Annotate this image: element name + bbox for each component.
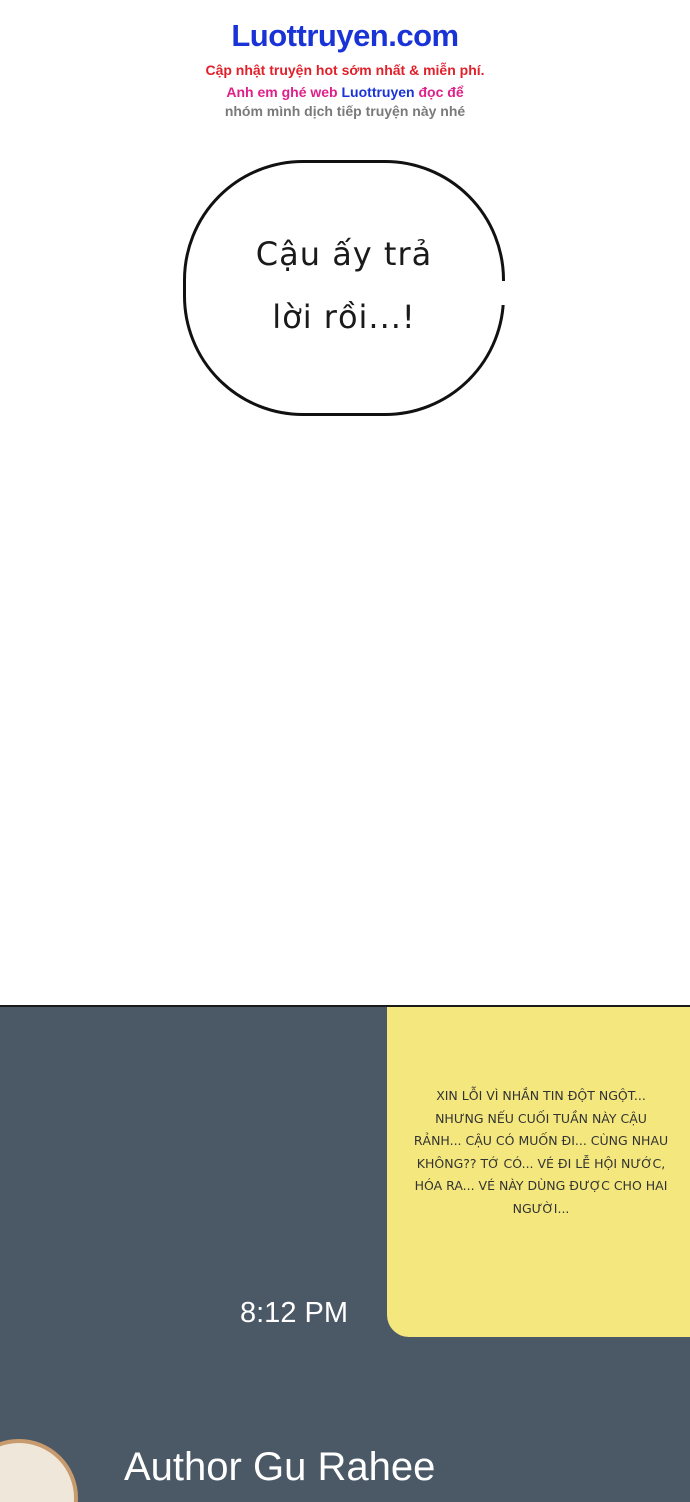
author-credit: Author Gu Rahee: [124, 1445, 436, 1489]
promo-line-2: Anh em ghé web Luottruyen đọc để: [0, 84, 690, 100]
author-avatar: [0, 1439, 78, 1502]
phone-chat-panel: Xin lỗi vì nhắn tin đột ngột... nhưng nế…: [0, 1005, 690, 1502]
message-text: Xin lỗi vì nhắn tin đột ngột... nhưng nế…: [413, 1088, 669, 1216]
promo-line-3: nhóm mình dịch tiếp truyện này nhé: [224, 103, 466, 119]
promo-line-1: Cập nhật truyện hot sớm nhất & miễn phí.: [205, 62, 485, 78]
bubble-text-line-1: Cậu ấy trả: [255, 235, 433, 273]
promo-line-2-suffix: đọc để: [414, 84, 464, 100]
bubble-text-line-2: lời rồi...!: [272, 298, 416, 336]
site-logo-text: Luottruyen.com: [231, 18, 459, 53]
promo-line-2-brand: Luottruyen: [341, 84, 415, 100]
promo-line-2-prefix: Anh em ghé web: [226, 84, 342, 100]
speech-bubble: Cậu ấy trả lời rồi...!: [183, 160, 510, 416]
message-timestamp: 8:12 PM: [240, 1297, 348, 1329]
